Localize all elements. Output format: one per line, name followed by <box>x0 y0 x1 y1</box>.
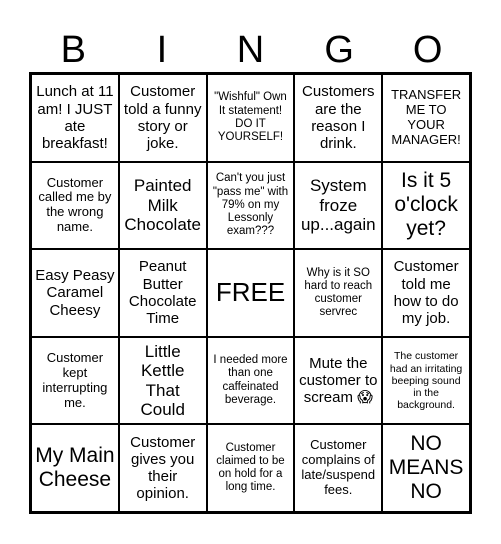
bingo-cell[interactable]: The customer had an irritating beeping s… <box>382 336 470 425</box>
bingo-cell[interactable]: Why is it SO hard to reach customer serv… <box>294 249 383 337</box>
bingo-cell[interactable]: TRANSFER ME TO YOUR MANAGER! <box>382 74 470 162</box>
free-space[interactable]: FREE <box>206 249 295 337</box>
bingo-cell[interactable]: Customer told a funny story or joke. <box>118 74 207 162</box>
bingo-cell[interactable]: Lunch at 11 am! I JUST ate breakfast! <box>31 74 119 162</box>
bingo-cell[interactable]: Customer gives you their opinion. <box>118 424 207 512</box>
bingo-cell[interactable]: Mute the customer to scream 😱 <box>294 336 383 425</box>
bingo-cell[interactable]: My Main Cheese <box>31 424 119 512</box>
bingo-cell[interactable]: "Wishful" Own It statement! DO IT YOURSE… <box>206 74 295 162</box>
bingo-cell[interactable]: Little Kettle That Could <box>118 336 207 425</box>
bingo-cell[interactable]: Customer complains of late/suspend fees. <box>294 424 383 512</box>
header-letter-i: I <box>156 29 168 71</box>
bingo-cell[interactable]: Customer called me by the wrong name. <box>31 161 119 250</box>
bingo-cell[interactable]: Is it 5 o'clock yet? <box>382 161 470 250</box>
header-letter-o: O <box>412 29 443 71</box>
bingo-cell[interactable]: Peanut Butter Chocolate Time <box>118 249 207 337</box>
bingo-header: B I N G O <box>29 24 472 72</box>
header-letter-b: B <box>60 29 86 71</box>
bingo-cell[interactable]: NO MEANS NO <box>382 424 470 512</box>
bingo-cell[interactable]: Customer claimed to be on hold for a lon… <box>206 424 295 512</box>
header-letter-n: N <box>236 29 265 71</box>
bingo-cell[interactable]: System froze up...again <box>294 161 383 250</box>
header-letter-g: G <box>324 29 354 71</box>
bingo-cell[interactable]: Can't you just "pass me" with 79% on my … <box>206 161 295 250</box>
bingo-cell[interactable]: Customers are the reason I drink. <box>294 74 383 162</box>
bingo-cell[interactable]: Customer told me how to do my job. <box>382 249 470 337</box>
bingo-cell[interactable]: Painted Milk Chocolate <box>118 161 207 250</box>
bingo-cell[interactable]: Customer kept interrupting me. <box>31 336 119 425</box>
bingo-grid: Lunch at 11 am! I JUST ate breakfast! Cu… <box>29 72 472 514</box>
bingo-cell[interactable]: Easy Peasy Caramel Cheesy <box>31 249 119 337</box>
bingo-cell[interactable]: I needed more than one caffeinated bever… <box>206 336 295 425</box>
